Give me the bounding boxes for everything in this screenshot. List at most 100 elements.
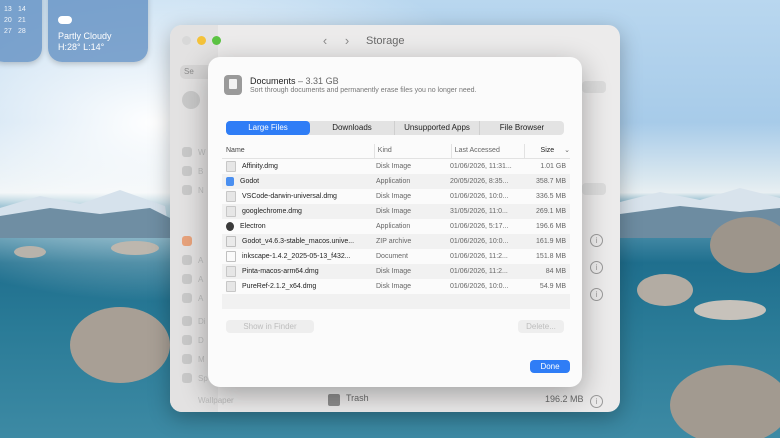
column-name[interactable]: Name bbox=[222, 144, 374, 158]
info-icon[interactable]: i bbox=[590, 234, 603, 247]
minimize-button[interactable] bbox=[197, 36, 206, 45]
file-kind: ZIP archive bbox=[376, 238, 412, 245]
column-kind[interactable]: Kind bbox=[373, 144, 451, 158]
info-icon[interactable]: i bbox=[590, 261, 603, 274]
trash-size: 196.2 MB bbox=[545, 394, 584, 404]
done-button[interactable]: Done bbox=[530, 360, 570, 373]
file-date: 01/06/2026, 10:0... bbox=[450, 193, 509, 200]
tab-large-files[interactable]: Large Files bbox=[226, 121, 310, 135]
file-date: 20/05/2026, 8:35... bbox=[450, 178, 509, 185]
calendar-date: 20 bbox=[4, 17, 12, 24]
table-body: Affinity.dmg Disk Image 01/06/2026, 11:3… bbox=[222, 159, 570, 309]
file-size: 358.7 MB bbox=[536, 178, 566, 185]
column-size[interactable]: Size ⌄ bbox=[523, 144, 570, 158]
info-icon[interactable]: i bbox=[590, 395, 603, 408]
dmg-icon bbox=[226, 191, 236, 202]
category-segmented-control: Large Files Downloads Unsupported Apps F… bbox=[226, 121, 564, 135]
sidebar-icon[interactable] bbox=[182, 274, 192, 284]
sidebar-item[interactable]: N bbox=[198, 186, 204, 195]
file-date: 01/06/2026, 5:17... bbox=[450, 223, 509, 230]
weather-widget[interactable]: 27 Partly Cloudy H:28° L:14° bbox=[48, 0, 148, 62]
info-icon[interactable]: i bbox=[590, 288, 603, 301]
zip-icon bbox=[226, 236, 236, 247]
dmg-icon bbox=[226, 266, 236, 277]
file-name: inkscape-1.4.2_2025-05-13_f432... bbox=[242, 253, 351, 260]
table-row[interactable]: Godot Application 20/05/2026, 8:35... 35… bbox=[222, 174, 570, 189]
app-icon bbox=[226, 177, 234, 186]
calendar-date: 28 bbox=[18, 28, 26, 35]
sidebar-item[interactable]: B bbox=[198, 167, 203, 176]
tab-file-browser[interactable]: File Browser bbox=[480, 121, 564, 135]
sidebar-icon[interactable] bbox=[182, 373, 192, 383]
forward-arrow-icon[interactable]: › bbox=[338, 33, 356, 49]
sidebar-item[interactable]: A bbox=[198, 256, 203, 265]
weather-temperature: 27 bbox=[58, 0, 78, 3]
calendar-date: 27 bbox=[4, 28, 12, 35]
weather-condition: Partly Cloudy bbox=[58, 31, 112, 41]
table-row[interactable]: Godot_v4.6.3-stable_macos.unive... ZIP a… bbox=[222, 234, 570, 249]
tab-downloads[interactable]: Downloads bbox=[310, 121, 395, 135]
delete-button[interactable]: Delete... bbox=[518, 320, 564, 333]
faded-button[interactable] bbox=[582, 81, 606, 93]
table-row[interactable]: VSCode-darwin-universal.dmg Disk Image 0… bbox=[222, 189, 570, 204]
close-button[interactable] bbox=[182, 36, 191, 45]
table-row[interactable]: googlechrome.dmg Disk Image 31/05/2026, … bbox=[222, 204, 570, 219]
dmg-icon bbox=[226, 206, 236, 217]
sidebar-icon[interactable] bbox=[182, 147, 192, 157]
avatar[interactable] bbox=[182, 91, 200, 109]
tab-unsupported-apps[interactable]: Unsupported Apps bbox=[395, 121, 480, 135]
file-date: 01/06/2026, 10:0... bbox=[450, 283, 509, 290]
documents-sheet: Documents – 3.31 GB Sort through documen… bbox=[208, 57, 582, 387]
table-row[interactable]: inkscape-1.4.2_2025-05-13_f432... Docume… bbox=[222, 249, 570, 264]
sidebar-item[interactable]: A bbox=[198, 275, 203, 284]
total-size: 3.31 GB bbox=[305, 76, 339, 86]
sidebar-icon[interactable] bbox=[182, 166, 192, 176]
file-size: 151.8 MB bbox=[536, 253, 566, 260]
zoom-button[interactable] bbox=[212, 36, 221, 45]
table-row[interactable]: Pinta-macos-arm64.dmg Disk Image 01/06/2… bbox=[222, 264, 570, 279]
sidebar-item[interactable]: D bbox=[198, 336, 204, 345]
calendar-date: 14 bbox=[18, 6, 26, 13]
sidebar-icon[interactable] bbox=[182, 236, 192, 246]
sidebar-item[interactable]: Sp bbox=[198, 374, 208, 383]
file-size: 336.5 MB bbox=[536, 193, 566, 200]
file-size: 196.6 MB bbox=[536, 223, 566, 230]
title-separator: – bbox=[295, 76, 306, 86]
table-row[interactable]: PureRef-2.1.2_x64.dmg Disk Image 01/06/2… bbox=[222, 279, 570, 294]
sidebar-icon[interactable] bbox=[182, 316, 192, 326]
file-date: 31/05/2026, 11:0... bbox=[450, 208, 508, 215]
table-row[interactable]: Affinity.dmg Disk Image 01/06/2026, 11:3… bbox=[222, 159, 570, 174]
sidebar-item-wallpaper[interactable]: Wallpaper bbox=[198, 396, 234, 405]
sidebar-icon[interactable] bbox=[182, 335, 192, 345]
faded-button[interactable] bbox=[582, 183, 606, 195]
sidebar-item[interactable]: A bbox=[198, 294, 203, 303]
file-name: PureRef-2.1.2_x64.dmg bbox=[242, 283, 317, 290]
dmg-icon bbox=[226, 161, 236, 172]
table-row[interactable]: Electron Application 01/06/2026, 5:17...… bbox=[222, 219, 570, 234]
trash-label: Trash bbox=[346, 393, 369, 403]
sidebar-icon[interactable] bbox=[182, 185, 192, 195]
file-name: Affinity.dmg bbox=[242, 163, 278, 170]
file-date: 01/06/2026, 11:31... bbox=[450, 163, 512, 170]
show-in-finder-button[interactable]: Show in Finder bbox=[226, 320, 314, 333]
sidebar-item[interactable]: M bbox=[198, 355, 205, 364]
column-last-accessed[interactable]: Last Accessed bbox=[450, 144, 524, 158]
sidebar-icon[interactable] bbox=[182, 293, 192, 303]
calendar-widget[interactable]: 13 20 27 14 21 28 bbox=[0, 0, 42, 62]
sidebar-item[interactable]: W bbox=[198, 148, 206, 157]
sheet-title-text: Documents bbox=[250, 76, 296, 86]
file-size: 84 MB bbox=[545, 268, 566, 275]
back-arrow-icon[interactable]: ‹ bbox=[316, 33, 334, 49]
document-icon bbox=[224, 75, 242, 95]
sheet-title: Documents – 3.31 GB bbox=[250, 76, 339, 86]
column-size-label: Size bbox=[540, 147, 555, 154]
sidebar-item[interactable]: Di bbox=[198, 317, 206, 326]
file-kind: Document bbox=[376, 253, 408, 260]
sidebar-icon[interactable] bbox=[182, 354, 192, 364]
file-size: 161.9 MB bbox=[536, 238, 566, 245]
file-size: 1.01 GB bbox=[540, 163, 566, 170]
file-kind: Application bbox=[376, 223, 411, 230]
sidebar-icon[interactable] bbox=[182, 255, 192, 265]
files-table: Name Kind Last Accessed Size ⌄ Affinity.… bbox=[222, 144, 570, 309]
file-date: 01/06/2026, 11:2... bbox=[450, 268, 508, 275]
